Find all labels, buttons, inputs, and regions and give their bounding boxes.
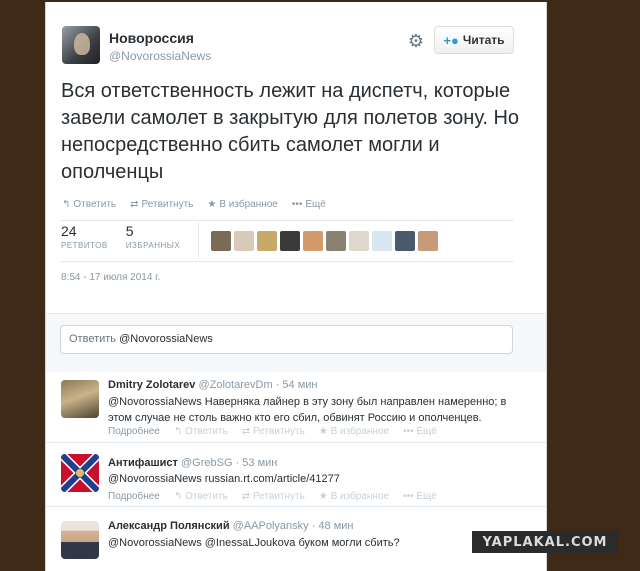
reply-label: Ответить [185,491,228,502]
favoriter-avatar[interactable] [326,231,347,251]
retweet-button[interactable]: ⇄ Ретвитнуть [242,426,305,437]
reply-text: @NovorossiaNews russian.rt.com/article/4… [108,473,340,485]
reply-time: · 48 мин [311,520,354,532]
tweet-header: Новороссия @NovorossiaNews ⚙ +● Читать [46,2,546,64]
reply-time: · 53 мин [235,457,278,469]
favoriter-avatar[interactable] [303,231,324,251]
more-label: Ещё [305,199,326,210]
reply-area: Ответить @NovorossiaNews [46,313,546,373]
favorite-button[interactable]: ★ В избранное [207,199,278,210]
follow-button[interactable]: +● Читать [434,26,514,54]
reply-input-prefix: Ответить [69,333,120,345]
more-button[interactable]: ••• Ещё [403,426,437,437]
retweet-label: Ретвитнуть [252,491,305,502]
list-item[interactable]: Антифашист @GrebSG · 53 мин @NovorossiaN… [46,449,546,507]
reply-icon: ↰ [62,199,71,210]
reply-input[interactable]: Ответить @NovorossiaNews [60,325,513,354]
retweet-button[interactable]: ⇄ Ретвитнуть [130,199,193,210]
reply-text: @NovorossiaNews @InessaLJoukova буком мо… [108,537,400,549]
avatar[interactable] [61,521,99,559]
details-link[interactable]: Подробнее [108,426,160,437]
favoriter-avatar[interactable] [257,231,278,251]
avatar[interactable] [62,26,100,64]
reply-author-handle: @ZolotarevDm [198,379,273,391]
divider [61,220,514,221]
tweet-actions: ↰ Ответить ⇄ Ретвитнуть ★ В избранное ••• Ещ… [62,199,326,210]
divider [198,223,200,259]
reply-author[interactable]: Антифашист @GrebSG · 53 мин [108,457,277,469]
favoriter-avatar[interactable] [349,231,370,251]
reply-text: @NovorossiaNews Наверняка лайнер в эту з… [108,396,507,424]
tweet-text: Вся ответственность лежит на диспетч, ко… [61,80,520,183]
favoriter-avatar[interactable] [395,231,416,251]
reply-actions: Подробнее ↰ Ответить ⇄ Ретвитнуть ★ В из… [108,426,437,437]
favoriter-avatar[interactable] [234,231,255,251]
reply-author-handle: @GrebSG [180,457,233,469]
follow-label: Читать [462,33,505,47]
reply-input-mention: @NovorossiaNews [119,333,213,345]
author-handle[interactable]: @NovorossiaNews [109,49,211,63]
avatar[interactable] [61,380,99,418]
favoriter-avatar[interactable] [418,231,439,251]
favoriter-avatar[interactable] [372,231,393,251]
flag-icon [61,454,99,492]
favorite-count-value: 5 [125,223,134,239]
reply-author-name: Dmitry Zolotarev [108,379,196,391]
reply-actions: Подробнее ↰ Ответить ⇄ Ретвитнуть ★ В из… [108,491,437,502]
reply-author-name: Антифашист [108,457,178,469]
favorite-label: В избранное [330,426,390,437]
favorite-button[interactable]: ★ В избранное [319,491,389,502]
retweet-label: Ретвитнуть [252,426,305,437]
more-button[interactable]: ••• Ещё [292,199,326,210]
retweet-button[interactable]: ⇄ Ретвитнуть [242,491,305,502]
retweet-count-label: РЕТВИТОВ [61,241,108,250]
retweet-label: Ретвитнуть [141,199,194,210]
favoriter-avatar[interactable] [280,231,301,251]
favorite-count-label: ИЗБРАННЫХ [125,241,181,250]
retweet-count[interactable]: 24 РЕТВИТОВ [61,223,108,259]
watermark: YAPLAKAL.COM [472,531,618,553]
more-icon: ••• [291,199,303,210]
retweet-count-value: 24 [61,223,77,239]
reply-button[interactable]: ↰ Ответить [174,491,228,502]
reply-author-name: Александр Полянский [108,520,230,532]
star-icon: ★ [207,199,217,210]
reply-author-handle: @AAPolyansky [232,520,309,532]
favoriter-avatar[interactable] [211,231,232,251]
details-link[interactable]: Подробнее [108,491,160,502]
flag-avatar[interactable] [61,454,99,492]
reply-author[interactable]: Dmitry Zolotarev @ZolotarevDm · 54 мин [108,379,317,391]
reply-time: · 54 мин [275,379,318,391]
favorite-label: В избранное [219,199,278,210]
retweet-icon: ⇄ [130,199,139,210]
reply-label: Ответить [185,426,228,437]
reply-button[interactable]: ↰ Ответить [174,426,228,437]
list-item[interactable]: Dmitry Zolotarev @ZolotarevDm · 54 мин @… [46,372,546,443]
favorite-button[interactable]: ★ В избранное [319,426,389,437]
gear-icon[interactable]: ⚙ [407,32,425,50]
more-label: Ещё [416,426,437,437]
author-name[interactable]: Новороссия [109,30,194,46]
favorite-count[interactable]: 5 ИЗБРАННЫХ [126,223,180,259]
reply-button[interactable]: ↰ Ответить [62,199,116,210]
more-button[interactable]: ••• Ещё [403,491,437,502]
add-user-icon: +● [443,32,459,48]
reply-author[interactable]: Александр Полянский @AAPolyansky · 48 ми… [108,520,354,532]
favorite-label: В избранное [330,491,390,502]
tweet-timestamp[interactable]: 8:54 - 17 июля 2014 г. [61,272,160,283]
list-item[interactable]: Александр Полянский @AAPolyansky · 48 ми… [46,513,546,571]
divider [61,261,514,262]
favoriter-avatars [211,231,439,259]
reply-label: Ответить [73,199,117,210]
more-label: Ещё [416,491,437,502]
tweet-card: Новороссия @NovorossiaNews ⚙ +● Читать В… [45,2,547,571]
tweet-stats: 24 РЕТВИТОВ 5 ИЗБРАННЫХ [61,223,439,259]
